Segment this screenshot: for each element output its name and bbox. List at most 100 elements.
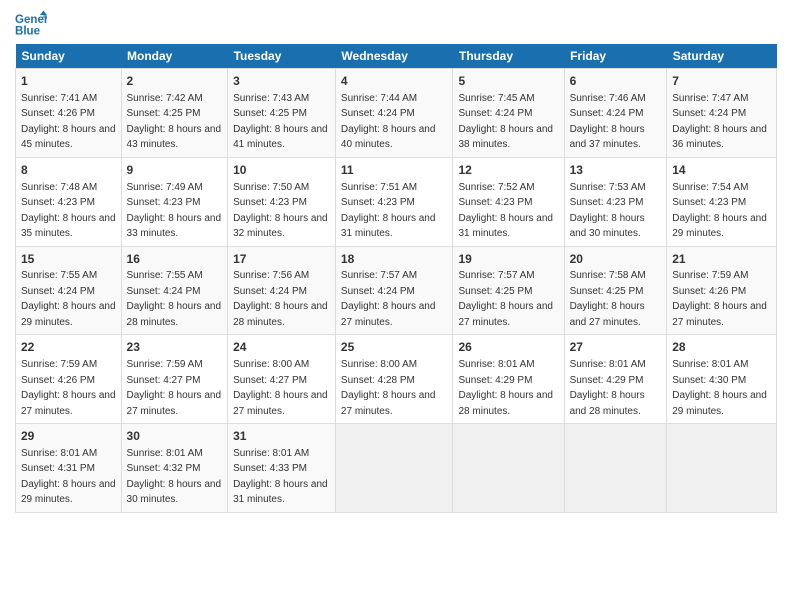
header-tuesday: Tuesday — [228, 44, 336, 69]
day-cell — [667, 424, 777, 513]
day-info: Sunrise: 8:01 AMSunset: 4:29 PMDaylight:… — [570, 359, 646, 417]
day-number: 23 — [127, 339, 223, 356]
day-info: Sunrise: 7:42 AMSunset: 4:25 PMDaylight:… — [127, 93, 222, 151]
calendar-table: SundayMondayTuesdayWednesdayThursdayFrid… — [15, 44, 777, 513]
header-row: SundayMondayTuesdayWednesdayThursdayFrid… — [16, 44, 777, 69]
day-number: 22 — [21, 339, 116, 356]
day-number: 15 — [21, 251, 116, 268]
day-cell: 21 Sunrise: 7:59 AMSunset: 4:26 PMDayligh… — [667, 246, 777, 335]
day-info: Sunrise: 7:55 AMSunset: 4:24 PMDaylight:… — [21, 270, 116, 328]
day-number: 31 — [233, 428, 330, 445]
day-info: Sunrise: 7:54 AMSunset: 4:23 PMDaylight:… — [672, 182, 767, 240]
day-cell: 10 Sunrise: 7:50 AMSunset: 4:23 PMDayligh… — [228, 157, 336, 246]
day-info: Sunrise: 7:45 AMSunset: 4:24 PMDaylight:… — [458, 93, 553, 151]
day-number: 4 — [341, 73, 448, 90]
day-cell: 12Sunrise: 7:52 AMSunset: 4:23 PMDayligh… — [453, 157, 564, 246]
day-cell: 8 Sunrise: 7:48 AMSunset: 4:23 PMDaylight… — [16, 157, 122, 246]
day-cell: 27Sunrise: 8:01 AMSunset: 4:29 PMDayligh… — [564, 335, 667, 424]
page-container: General Blue SundayMondayTuesdayWednesda… — [0, 0, 792, 523]
day-cell: 11 Sunrise: 7:51 AMSunset: 4:23 PMDayligh… — [335, 157, 453, 246]
day-info: Sunrise: 7:59 AMSunset: 4:27 PMDaylight:… — [127, 359, 222, 417]
day-info: Sunrise: 8:00 AMSunset: 4:27 PMDaylight:… — [233, 359, 328, 417]
week-row-3: 22 Sunrise: 7:59 AMSunset: 4:26 PMDayligh… — [16, 335, 777, 424]
day-number: 7 — [672, 73, 771, 90]
day-info: Sunrise: 8:01 AMSunset: 4:30 PMDaylight:… — [672, 359, 767, 417]
day-number: 8 — [21, 162, 116, 179]
day-info: Sunrise: 7:57 AMSunset: 4:24 PMDaylight:… — [341, 270, 436, 328]
day-cell: 2 Sunrise: 7:42 AMSunset: 4:25 PMDaylight… — [121, 69, 228, 158]
day-number: 2 — [127, 73, 223, 90]
day-number: 26 — [458, 339, 558, 356]
day-number: 13 — [570, 162, 662, 179]
day-info: Sunrise: 8:01 AMSunset: 4:31 PMDaylight:… — [21, 448, 116, 506]
day-number: 16 — [127, 251, 223, 268]
day-info: Sunrise: 8:01 AMSunset: 4:33 PMDaylight:… — [233, 448, 328, 506]
day-cell: 1 Sunrise: 7:41 AMSunset: 4:26 PMDaylight… — [16, 69, 122, 158]
day-cell: 9Sunrise: 7:49 AMSunset: 4:23 PMDaylight… — [121, 157, 228, 246]
day-info: Sunrise: 8:01 AMSunset: 4:29 PMDaylight:… — [458, 359, 553, 417]
day-cell: 23 Sunrise: 7:59 AMSunset: 4:27 PMDayligh… — [121, 335, 228, 424]
header-friday: Friday — [564, 44, 667, 69]
day-number: 20 — [570, 251, 662, 268]
day-cell: 26 Sunrise: 8:01 AMSunset: 4:29 PMDayligh… — [453, 335, 564, 424]
header-monday: Monday — [121, 44, 228, 69]
day-cell: 16Sunrise: 7:55 AMSunset: 4:24 PMDayligh… — [121, 246, 228, 335]
day-cell: 25 Sunrise: 8:00 AMSunset: 4:28 PMDayligh… — [335, 335, 453, 424]
day-cell: 17Sunrise: 7:56 AMSunset: 4:24 PMDayligh… — [228, 246, 336, 335]
day-cell: 15 Sunrise: 7:55 AMSunset: 4:24 PMDayligh… — [16, 246, 122, 335]
day-number: 5 — [458, 73, 558, 90]
day-cell: 6 Sunrise: 7:46 AMSunset: 4:24 PMDaylight… — [564, 69, 667, 158]
day-info: Sunrise: 8:00 AMSunset: 4:28 PMDaylight:… — [341, 359, 436, 417]
day-cell: 19 Sunrise: 7:57 AMSunset: 4:25 PMDayligh… — [453, 246, 564, 335]
day-number: 1 — [21, 73, 116, 90]
day-info: Sunrise: 7:51 AMSunset: 4:23 PMDaylight:… — [341, 182, 436, 240]
day-info: Sunrise: 7:50 AMSunset: 4:23 PMDaylight:… — [233, 182, 328, 240]
day-info: Sunrise: 7:48 AMSunset: 4:23 PMDaylight:… — [21, 182, 116, 240]
svg-text:Blue: Blue — [15, 26, 41, 38]
day-cell — [564, 424, 667, 513]
day-cell: 24 Sunrise: 8:00 AMSunset: 4:27 PMDayligh… — [228, 335, 336, 424]
page-header: General Blue — [15, 10, 777, 38]
header-saturday: Saturday — [667, 44, 777, 69]
logo-icon: General Blue — [15, 10, 47, 38]
day-number: 19 — [458, 251, 558, 268]
day-info: Sunrise: 7:58 AMSunset: 4:25 PMDaylight:… — [570, 270, 646, 328]
header-sunday: Sunday — [16, 44, 122, 69]
day-cell: 14 Sunrise: 7:54 AMSunset: 4:23 PMDayligh… — [667, 157, 777, 246]
week-row-2: 15 Sunrise: 7:55 AMSunset: 4:24 PMDayligh… — [16, 246, 777, 335]
day-info: Sunrise: 7:56 AMSunset: 4:24 PMDaylight:… — [233, 270, 328, 328]
day-number: 28 — [672, 339, 771, 356]
week-row-4: 29 Sunrise: 8:01 AMSunset: 4:31 PMDayligh… — [16, 424, 777, 513]
week-row-1: 8 Sunrise: 7:48 AMSunset: 4:23 PMDaylight… — [16, 157, 777, 246]
day-info: Sunrise: 7:57 AMSunset: 4:25 PMDaylight:… — [458, 270, 553, 328]
day-number: 29 — [21, 428, 116, 445]
week-row-0: 1 Sunrise: 7:41 AMSunset: 4:26 PMDaylight… — [16, 69, 777, 158]
day-number: 25 — [341, 339, 448, 356]
day-cell: 30Sunrise: 8:01 AMSunset: 4:32 PMDayligh… — [121, 424, 228, 513]
day-cell: 5 Sunrise: 7:45 AMSunset: 4:24 PMDaylight… — [453, 69, 564, 158]
day-number: 10 — [233, 162, 330, 179]
day-info: Sunrise: 7:59 AMSunset: 4:26 PMDaylight:… — [21, 359, 116, 417]
day-cell: 28 Sunrise: 8:01 AMSunset: 4:30 PMDayligh… — [667, 335, 777, 424]
day-info: Sunrise: 7:46 AMSunset: 4:24 PMDaylight:… — [570, 93, 646, 151]
day-info: Sunrise: 7:53 AMSunset: 4:23 PMDaylight:… — [570, 182, 646, 240]
day-number: 9 — [127, 162, 223, 179]
day-number: 11 — [341, 162, 448, 179]
day-cell: 3Sunrise: 7:43 AMSunset: 4:25 PMDaylight… — [228, 69, 336, 158]
day-cell: 18Sunrise: 7:57 AMSunset: 4:24 PMDayligh… — [335, 246, 453, 335]
day-cell — [335, 424, 453, 513]
day-info: Sunrise: 7:59 AMSunset: 4:26 PMDaylight:… — [672, 270, 767, 328]
day-cell: 4Sunrise: 7:44 AMSunset: 4:24 PMDaylight… — [335, 69, 453, 158]
day-number: 14 — [672, 162, 771, 179]
header-thursday: Thursday — [453, 44, 564, 69]
day-info: Sunrise: 7:41 AMSunset: 4:26 PMDaylight:… — [21, 93, 116, 151]
day-number: 21 — [672, 251, 771, 268]
svg-text:General: General — [15, 14, 47, 26]
header-wednesday: Wednesday — [335, 44, 453, 69]
day-info: Sunrise: 7:47 AMSunset: 4:24 PMDaylight:… — [672, 93, 767, 151]
day-number: 24 — [233, 339, 330, 356]
day-number: 30 — [127, 428, 223, 445]
day-cell: 20 Sunrise: 7:58 AMSunset: 4:25 PMDayligh… — [564, 246, 667, 335]
day-number: 6 — [570, 73, 662, 90]
day-cell: 13 Sunrise: 7:53 AMSunset: 4:23 PMDayligh… — [564, 157, 667, 246]
